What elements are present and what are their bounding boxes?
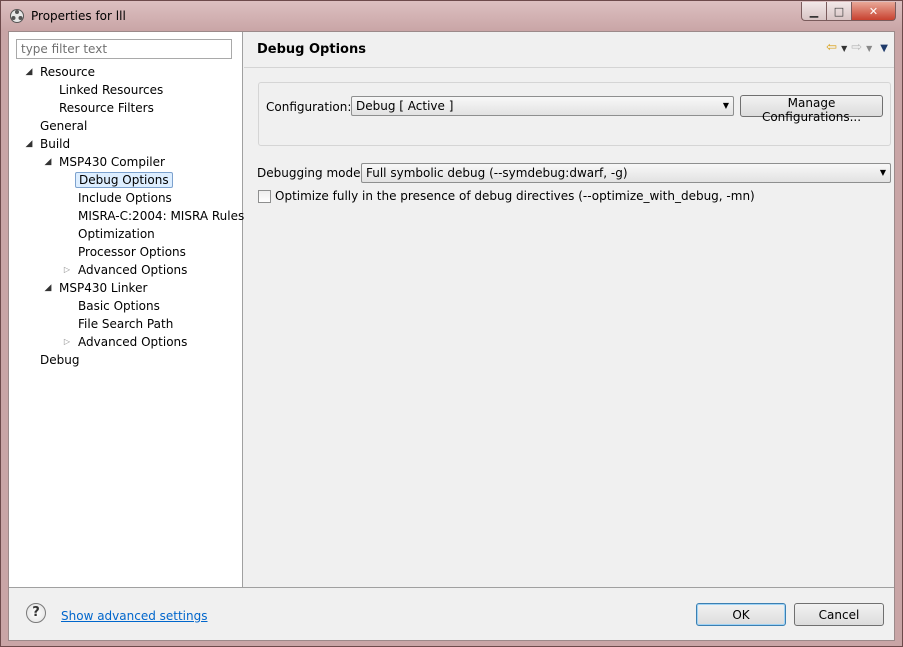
tree-item[interactable]: ▷ Advanced Options [9,333,242,351]
tree-item[interactable]: General [9,117,242,135]
tree-item[interactable]: File Search Path [9,315,242,333]
tree-item-label: Advanced Options [78,335,188,349]
tree-item[interactable]: ◢ Build [9,135,242,153]
close-icon: ✕ [868,4,879,18]
collapsed-twisty-icon[interactable]: ▷ [62,333,72,351]
tree-item[interactable]: ◢ MSP430 Linker [9,279,242,297]
collapsed-twisty-icon[interactable]: ▷ [62,261,72,279]
page-title: Debug Options [257,42,366,57]
category-pane: ◢ Resource Linked Resources Resource Filter… [9,32,245,587]
expanded-twisty-icon[interactable]: ◢ [43,153,53,171]
expanded-twisty-icon[interactable]: ◢ [43,279,53,297]
title-bar[interactable]: Properties for lll ▁ □ ✕ [1,1,902,31]
tree-item-label: General [40,119,88,133]
tree-item[interactable]: Linked Resources [9,81,242,99]
dialog-button-bar: ? Show advanced settings OK Cancel [9,587,894,640]
arrow-right-icon[interactable]: ⇨ [851,41,862,55]
optimize-with-debug-checkbox[interactable] [258,190,271,203]
dialog-client-area: ◢ Resource Linked Resources Resource Filter… [8,31,895,641]
tree-item-label: Processor Options [78,245,186,259]
tree-item[interactable]: ◢ MSP430 Compiler [9,153,242,171]
cancel-button[interactable]: Cancel [794,603,884,626]
tree-item[interactable]: Optimization [9,225,242,243]
close-button[interactable]: ✕ [852,2,896,21]
minimize-button[interactable]: ▁ [801,2,827,21]
tree-item[interactable]: Include Options [9,189,242,207]
view-menu-icon[interactable]: ▼ [880,43,888,54]
properties-window: Properties for lll ▁ □ ✕ ◢ Resource Linked… [0,0,903,647]
configuration-group: Configuration: Debug [ Active ] ▼ Manage… [258,82,891,146]
chevron-down-icon: ▼ [879,168,886,177]
help-icon[interactable]: ? [26,603,46,623]
configuration-label: Configuration: [266,100,352,114]
tree-item-label: Include Options [78,191,172,205]
expanded-twisty-icon[interactable]: ◢ [24,63,34,81]
expanded-twisty-icon[interactable]: ◢ [24,135,34,153]
caption-buttons: ▁ □ ✕ [801,2,896,21]
tree-item-label: Build [40,137,71,151]
page-header: Debug Options ⇦ ▼ ⇨ ▼ ▼ [244,32,894,68]
tree-item-label: Linked Resources [59,83,164,97]
maximize-icon: □ [833,4,845,18]
tree-item-label: MSP430 Linker [59,281,148,295]
tree-item-label: Basic Options [78,299,160,313]
tree-item-label: Debug [40,353,80,367]
maximize-button[interactable]: □ [827,2,852,21]
debugging-model-label: Debugging model [257,166,364,180]
configuration-select[interactable]: Debug [ Active ] ▼ [351,96,734,116]
debugging-model-value: Full symbolic debug (--symdebug:dwarf, -… [366,166,628,180]
debugging-model-select[interactable]: Full symbolic debug (--symdebug:dwarf, -… [361,163,891,183]
tree-item-label: MISRA-C:2004: MISRA Rules [78,209,245,223]
arrow-left-icon[interactable]: ⇦ [826,41,837,55]
tree-item-label: MSP430 Compiler [59,155,165,169]
tree-item[interactable]: MISRA-C:2004: MISRA Rules [9,207,244,225]
tree-item[interactable]: ◢ Resource [9,63,242,81]
forward-history-dropdown-icon[interactable]: ▼ [866,44,872,53]
chevron-down-icon: ▼ [722,101,729,110]
ok-button[interactable]: OK [696,603,786,626]
property-page: Debug Options ⇦ ▼ ⇨ ▼ ▼ Configuration: D… [244,32,894,587]
tree-item-label: Debug Options [75,172,173,188]
tree-item[interactable]: Debug Options [9,171,242,189]
tree-item[interactable]: ▷ Advanced Options [9,261,242,279]
tree-item[interactable]: Resource Filters [9,99,242,117]
app-icon [9,8,25,24]
tree-item-label: Optimization [78,227,155,241]
manage-configurations-button[interactable]: Manage Configurations... [740,95,883,124]
tree-item[interactable]: Basic Options [9,297,242,315]
tree-item-label: Resource Filters [59,101,154,115]
window-title: Properties for lll [31,9,126,23]
category-tree: ◢ Resource Linked Resources Resource Filter… [9,63,245,369]
filter-input[interactable] [16,39,232,59]
minimize-icon: ▁ [809,4,819,18]
tree-item[interactable]: Processor Options [9,243,242,261]
tree-item-label: Advanced Options [78,263,188,277]
tree-item-label: File Search Path [78,317,174,331]
tree-item[interactable]: Debug [9,351,242,369]
back-history-dropdown-icon[interactable]: ▼ [841,44,847,53]
page-nav: ⇦ ▼ ⇨ ▼ ▼ [826,41,888,55]
configuration-value: Debug [ Active ] [356,99,454,113]
show-advanced-settings-link[interactable]: Show advanced settings [61,609,208,623]
optimize-with-debug-label[interactable]: Optimize fully in the presence of debug … [275,189,755,203]
tree-item-label: Resource [40,65,96,79]
